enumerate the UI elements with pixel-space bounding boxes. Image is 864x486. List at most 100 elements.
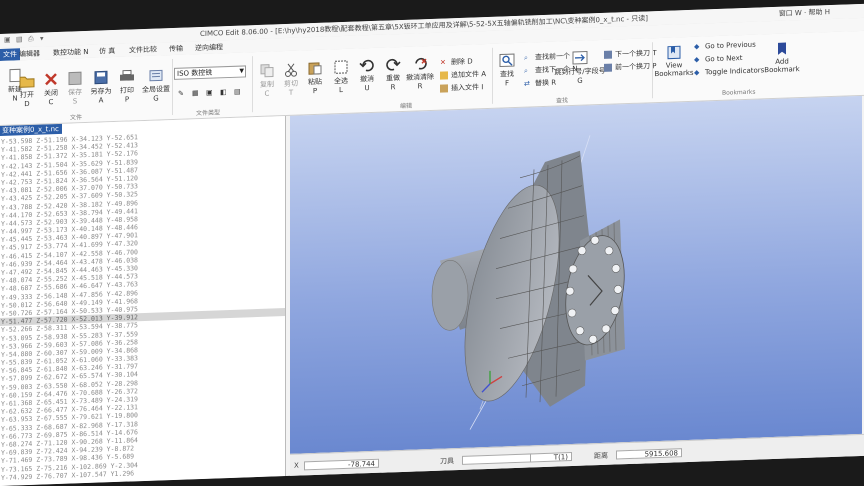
goto-line-key: G xyxy=(577,76,583,85)
next-tool-icon xyxy=(604,50,612,59)
settings-icon xyxy=(149,69,163,82)
find-icon xyxy=(499,53,515,68)
add-bookmark-label: Add Bookmark xyxy=(764,57,800,75)
close-button[interactable]: 关闭 C xyxy=(38,72,64,107)
paste-icon xyxy=(308,62,322,75)
append-file-button[interactable]: 追加文件 A xyxy=(440,69,486,81)
tab-editor[interactable]: 编辑器 xyxy=(16,47,43,60)
save-as-label: 另存为 xyxy=(90,87,112,96)
prev-tool-label: 前一个换刀 P xyxy=(615,62,657,72)
tool-icon-2[interactable]: ▦ xyxy=(192,89,199,97)
quick-dropdown-icon[interactable]: ▾ xyxy=(40,34,44,42)
prev-tool-icon xyxy=(604,63,612,72)
app-window: ▣ ▤ ⎙ ▾ CIMCO Edit 8.06.00 - [E:\hy\hy20… xyxy=(0,3,864,486)
undo-clear-icon xyxy=(415,57,427,70)
separator xyxy=(652,42,653,99)
go-to-next-button[interactable]: ◆ Go to Next xyxy=(694,54,743,64)
close-key: C xyxy=(48,98,54,107)
paste-key: P xyxy=(312,86,318,96)
paste-button[interactable]: 粘贴 P xyxy=(302,61,328,96)
global-settings-label: 全局设置 xyxy=(142,85,170,95)
toggle-indicators-label: Toggle Indicators xyxy=(705,66,765,77)
tool-icon-5[interactable]: ▤ xyxy=(234,88,241,96)
undo-button[interactable]: 撤消 U xyxy=(354,58,380,93)
copy-button[interactable]: 复制 C xyxy=(254,63,280,98)
bookmarks-group-label: Bookmarks xyxy=(722,88,756,97)
global-settings-button[interactable]: 全局设置 G xyxy=(140,68,172,103)
tab-transfer[interactable]: 传输 xyxy=(166,43,186,56)
tool-number-field: T(1) xyxy=(530,452,572,463)
undo-label: 撤消 xyxy=(360,74,374,84)
undo-icon xyxy=(359,59,374,72)
tool-field xyxy=(462,453,532,465)
print-button[interactable]: 打印 P xyxy=(114,69,140,104)
cut-key: T xyxy=(288,88,294,97)
separator xyxy=(492,47,493,104)
document-tab[interactable]: 变种案例0_x_t.nc xyxy=(0,123,62,136)
find-label: 查找 xyxy=(500,70,514,79)
delete-icon: ✕ xyxy=(440,58,446,67)
tool-icon-3[interactable]: ▣ xyxy=(206,89,213,97)
simulation-viewport[interactable] xyxy=(290,95,862,454)
go-to-previous-button[interactable]: ◆ Go to Previous xyxy=(694,41,756,51)
copy-icon xyxy=(260,64,274,78)
add-bookmark-button[interactable]: Add Bookmark xyxy=(762,41,802,74)
redo-label: 重做 xyxy=(386,74,400,83)
code-lines: Y-53.598 Z-51.196 X-34.123 Y-52.651 Y-41.… xyxy=(0,128,285,482)
save-as-icon xyxy=(94,70,108,85)
find-key: F xyxy=(504,79,510,88)
part-model xyxy=(431,135,625,430)
delete-button[interactable]: ✕ 删除 D xyxy=(440,56,473,67)
select-all-button[interactable]: 全选 L xyxy=(328,60,354,95)
append-icon xyxy=(440,71,448,80)
delete-label: 删除 D xyxy=(451,57,473,67)
save-as-button[interactable]: 另存为 A xyxy=(88,70,114,105)
separator xyxy=(172,58,173,115)
copy-label: 复制 xyxy=(260,80,274,89)
quick-print-icon[interactable]: ⎙ xyxy=(28,35,34,44)
print-key: P xyxy=(124,95,130,104)
separator xyxy=(252,56,253,113)
nc-editor[interactable]: 变种案例0_x_t.nc Y-53.598 Z-51.196 X-34.123 … xyxy=(0,116,286,486)
quick-open-icon[interactable]: ▤ xyxy=(16,35,23,43)
go-previous-label: Go to Previous xyxy=(705,40,756,51)
chevron-down-icon: ▼ xyxy=(239,67,244,75)
tab-simulation[interactable]: 仿 真 xyxy=(96,45,118,58)
next-tool-change-button[interactable]: 下一个换刀 T xyxy=(604,48,657,60)
undo-clear-button[interactable]: 撤消清除 R xyxy=(404,56,436,91)
view-bookmarks-button[interactable]: View Bookmarks xyxy=(654,45,694,78)
save-as-key: A xyxy=(98,96,104,105)
window-menu[interactable]: 窗口 W · 帮助 H xyxy=(779,7,830,19)
x-axis-label: X xyxy=(294,461,299,470)
prev-tool-change-button[interactable]: 前一个换刀 P xyxy=(604,61,656,73)
tool-icon-4[interactable]: ◧ xyxy=(220,88,227,96)
next-tool-label: 下一个换刀 T xyxy=(615,49,657,59)
save-icon xyxy=(68,71,82,86)
add-bookmark-icon xyxy=(778,42,786,55)
paste-label: 粘贴 xyxy=(308,77,322,87)
filetype-select[interactable]: ISO 数控铣 ▼ xyxy=(174,65,246,80)
filetype-group-label: 文件类型 xyxy=(196,109,221,118)
goto-line-icon xyxy=(572,50,588,65)
tool-icon-1[interactable]: ✎ xyxy=(178,90,184,98)
cut-button[interactable]: 剪切 T xyxy=(278,62,304,97)
find-button[interactable]: 查找 F xyxy=(494,53,520,88)
quick-save-icon[interactable]: ▣ xyxy=(4,36,11,44)
append-label: 追加文件 A xyxy=(451,70,487,80)
save-button[interactable]: 保存 S xyxy=(62,71,88,106)
undo-clear-label: 撤消清除 xyxy=(406,72,434,82)
toggle-indicators-button[interactable]: ◆ Toggle Indicators xyxy=(694,66,764,76)
indicator-icon: ◆ xyxy=(694,68,700,77)
distance-label: 距离 xyxy=(594,451,608,461)
redo-button[interactable]: 重做 R xyxy=(380,57,406,92)
edit-group-label: 编辑 xyxy=(400,102,413,111)
cut-label: 剪切 xyxy=(284,79,298,89)
replace-icon: ⇄ xyxy=(524,79,530,88)
file-group-label: 文件 xyxy=(70,114,83,122)
goto-line-button[interactable]: 跳到行号/字段号 G xyxy=(550,50,610,86)
redo-icon xyxy=(386,58,401,71)
insert-file-button[interactable]: 插入文件 I xyxy=(440,82,483,94)
search-icon: ⌕ xyxy=(524,53,528,62)
x-value-field: -78.744 xyxy=(304,458,379,471)
open-button[interactable]: 打开 D xyxy=(14,74,40,109)
